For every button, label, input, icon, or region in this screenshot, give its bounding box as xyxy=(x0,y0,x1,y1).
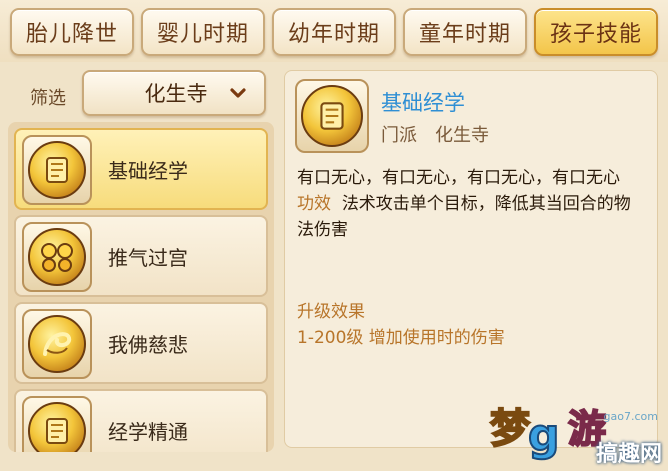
twin-gourds-icon xyxy=(22,222,92,292)
skill-flavor-text: 有口无心，有口无心，有口无心，有口无心 xyxy=(297,168,620,188)
skill-description: 有口无心，有口无心，有口无心，有口无心 功效 法术攻击单个目标，降低其当回合的物… xyxy=(297,165,647,243)
skill-name: 经学精通 xyxy=(108,419,188,444)
chevron-down-icon xyxy=(230,88,246,98)
skill-item-buddha-mercy[interactable]: 我佛慈悲 xyxy=(14,302,268,384)
skill-name: 我佛慈悲 xyxy=(108,332,188,357)
skill-list[interactable]: 基础经学 推气过宫 我佛慈悲 经学精通 xyxy=(8,122,274,452)
tab-label: 童年时期 xyxy=(418,22,511,47)
scroll-icon xyxy=(22,396,92,452)
effect-text: 法术攻击单个目标，降低其当回合的物法伤害 xyxy=(297,194,631,240)
effect-label: 功效 xyxy=(297,194,331,214)
upgrade-title: 升级效果 xyxy=(297,302,365,322)
watermark-site: gao7.com xyxy=(603,410,658,423)
tab-label: 孩子技能 xyxy=(549,22,642,47)
skill-name: 基础经学 xyxy=(108,158,188,183)
skill-effect: 功效 法术攻击单个目标，降低其当回合的物法伤害 xyxy=(297,191,647,243)
svg-text:梦: 梦 xyxy=(490,406,530,452)
filter-label: 筛选 xyxy=(30,88,66,109)
scroll-icon xyxy=(295,79,369,153)
skill-item-basic-scripture[interactable]: 基础经学 xyxy=(14,128,268,210)
tab-child-skills[interactable]: 孩子技能 xyxy=(534,8,658,56)
watermark-brand: 搞趣网 xyxy=(595,442,662,467)
school-filter-dropdown[interactable]: 化生寺 xyxy=(82,70,266,116)
swirl-icon xyxy=(22,309,92,379)
tab-label: 婴儿时期 xyxy=(156,22,249,47)
school-label: 门派 xyxy=(381,125,417,146)
tab-label: 胎儿降世 xyxy=(25,22,118,47)
tab-fetal-birth[interactable]: 胎儿降世 xyxy=(10,8,134,56)
tab-infancy[interactable]: 婴儿时期 xyxy=(141,8,265,56)
skill-item-scripture-mastery[interactable]: 经学精通 xyxy=(14,389,268,452)
skill-name: 推气过宫 xyxy=(108,245,188,270)
scroll-icon xyxy=(22,135,92,205)
tab-early-childhood[interactable]: 幼年时期 xyxy=(272,8,396,56)
tab-label: 幼年时期 xyxy=(287,22,380,47)
upgrade-text: 1-200级 增加使用时的伤害 xyxy=(297,328,505,348)
school-value: 化生寺 xyxy=(435,125,489,146)
svg-text:g: g xyxy=(528,410,560,461)
skill-item-push-qi[interactable]: 推气过宫 xyxy=(14,215,268,297)
tab-childhood[interactable]: 童年时期 xyxy=(403,8,527,56)
tab-bar: 胎儿降世 婴儿时期 幼年时期 童年时期 孩子技能 xyxy=(0,0,668,62)
skill-title: 基础经学 xyxy=(381,91,465,115)
